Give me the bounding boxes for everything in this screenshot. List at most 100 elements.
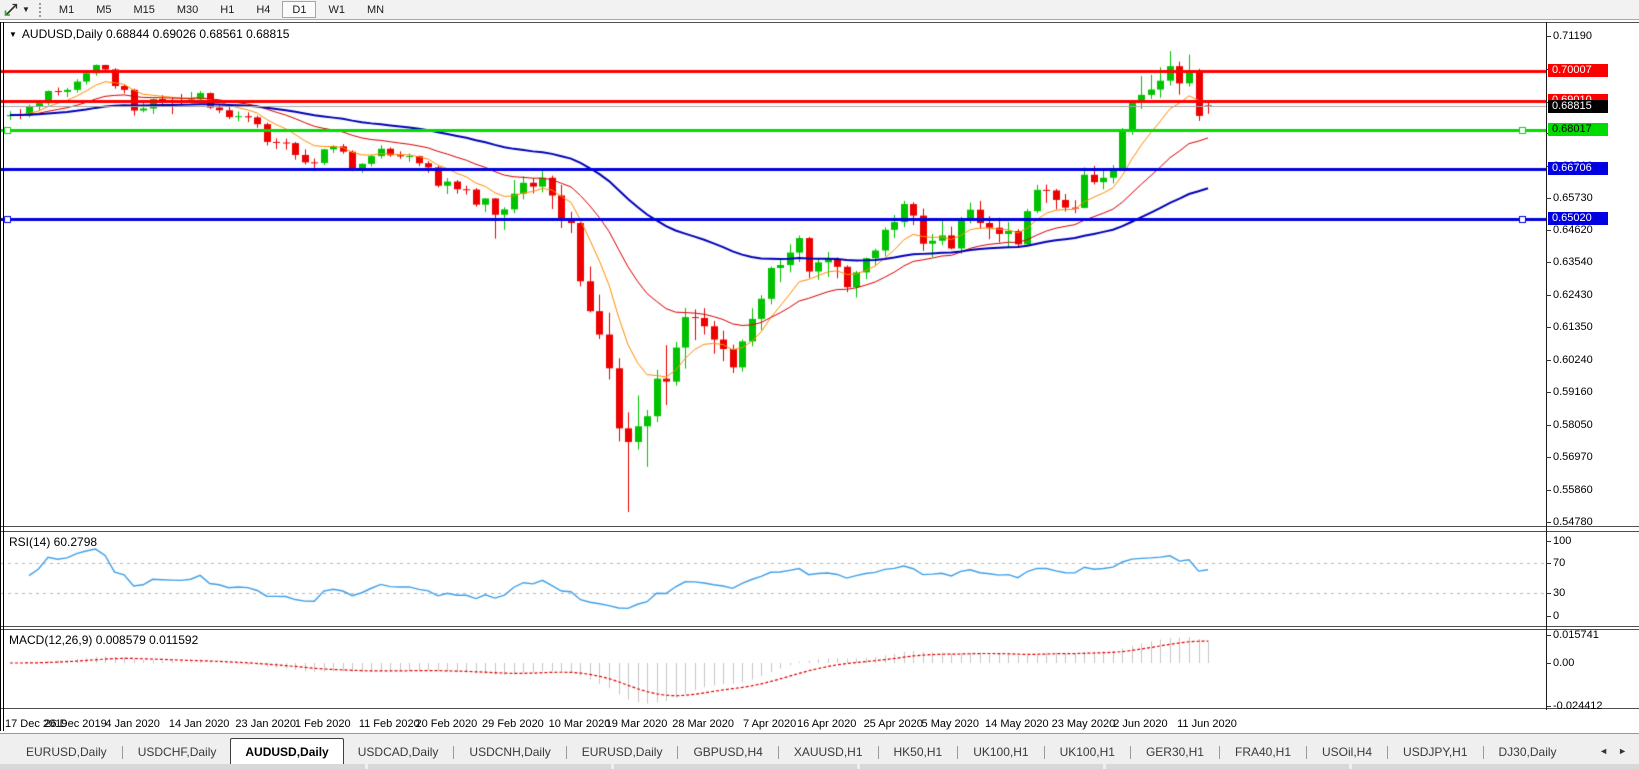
tab-separator — [878, 746, 879, 759]
tab-separator — [677, 746, 678, 759]
status-strip-divider — [1103, 764, 1106, 769]
symbol-dropdown-caret[interactable]: ▼ — [9, 30, 17, 39]
price-tick-label: 0.61350 — [1553, 321, 1593, 333]
chart-tab-fra40-h1[interactable]: FRA40,H1 — [1221, 741, 1305, 765]
chart-tab-usdjpy-h1[interactable]: USDJPY,H1 — [1389, 741, 1481, 765]
rsi-scale-label: 0 — [1553, 610, 1559, 622]
price-tick-label: 0.71190 — [1553, 30, 1592, 42]
date-label: 14 May 2020 — [985, 718, 1049, 730]
tab-separator — [566, 746, 567, 759]
price-line-label[interactable]: 0.68017 — [1548, 123, 1608, 136]
chart-tab-eurusd-daily[interactable]: EURUSD,Daily — [12, 741, 121, 765]
date-label: 26 Dec 2019 — [44, 718, 106, 730]
status-strip-divider — [611, 764, 614, 769]
window-left-frame — [0, 22, 4, 731]
tab-separator — [957, 746, 958, 759]
price-chart-canvas[interactable] — [1, 23, 1546, 526]
tab-separator — [1387, 746, 1388, 759]
timeframe-button-m15[interactable]: M15 — [123, 1, 164, 18]
date-label: 1 Feb 2020 — [295, 718, 351, 730]
price-tick-label: 0.59160 — [1553, 386, 1593, 398]
timeframe-button-h1[interactable]: H1 — [210, 1, 244, 18]
date-label: 11 Feb 2020 — [359, 718, 420, 730]
timeframe-button-h4[interactable]: H4 — [246, 1, 280, 18]
chart-tab-uk100-h1[interactable]: UK100,H1 — [959, 741, 1042, 765]
status-strip-divider — [365, 764, 368, 769]
date-label: 23 Jan 2020 — [235, 718, 296, 730]
rsi-scale-label: 100 — [1553, 535, 1571, 547]
date-label: 4 Jan 2020 — [105, 718, 159, 730]
chart-symbol-label: AUDUSD,Daily — [22, 27, 103, 41]
macd-canvas[interactable] — [1, 630, 1546, 708]
price-tick-label: 0.63540 — [1553, 256, 1593, 268]
status-strip — [0, 764, 1639, 769]
chart-tab-eurusd-daily[interactable]: EURUSD,Daily — [568, 741, 677, 765]
cursor-dropdown-caret[interactable]: ▼ — [22, 5, 30, 14]
tab-scroll-right-icon[interactable]: ► — [1618, 746, 1627, 756]
date-label: 20 Feb 2020 — [415, 718, 477, 730]
top-toolbar: ▼ M1M5M15M30H1H4D1W1MN — [0, 0, 1639, 20]
tab-separator — [1483, 746, 1484, 759]
tab-separator — [1130, 746, 1131, 759]
timeframe-button-m1[interactable]: M1 — [49, 1, 84, 18]
chart-tab-usdcad-daily[interactable]: USDCAD,Daily — [344, 741, 453, 765]
macd-scale-label: -0.024412 — [1553, 700, 1603, 712]
timeframe-button-m30[interactable]: M30 — [167, 1, 208, 18]
date-label: 28 Mar 2020 — [672, 718, 734, 730]
date-label: 23 May 2020 — [1052, 718, 1116, 730]
tab-scroll-controls: ◄ ► — [1599, 746, 1627, 756]
chart-tab-audusd-daily[interactable]: AUDUSD,Daily — [230, 738, 343, 765]
chart-cursor-icon[interactable] — [4, 3, 19, 17]
date-label: 11 Jun 2020 — [1177, 718, 1237, 730]
date-label: 10 Mar 2020 — [549, 718, 611, 730]
chart-area: ▼ AUDUSD,Daily 0.68844 0.69026 0.68561 0.… — [0, 20, 1639, 733]
chart-tab-bar: EURUSD,DailyUSDCHF,DailyAUDUSD,DailyUSDC… — [0, 733, 1639, 769]
price-tick-label: 0.56970 — [1553, 451, 1593, 463]
timeframe-button-m5[interactable]: M5 — [86, 1, 121, 18]
status-strip-divider — [1349, 764, 1352, 769]
date-label: 25 Apr 2020 — [864, 718, 923, 730]
price-line-label[interactable]: 0.65020 — [1548, 212, 1608, 225]
date-label: 2 Jun 2020 — [1113, 718, 1167, 730]
chart-tab-gbpusd-h4[interactable]: GBPUSD,H4 — [679, 741, 776, 765]
tab-separator — [1044, 746, 1045, 759]
macd-scale-label: 0.015741 — [1553, 629, 1599, 641]
tab-separator — [778, 746, 779, 759]
chart-tab-ger30-h1[interactable]: GER30,H1 — [1132, 741, 1218, 765]
chart-tab-hk50-h1[interactable]: HK50,H1 — [880, 741, 957, 765]
timeframe-button-mn[interactable]: MN — [357, 1, 394, 18]
macd-scale-label: 0.00 — [1553, 657, 1574, 669]
chart-ohlc-values: 0.68844 0.69026 0.68561 0.68815 — [106, 27, 290, 41]
chart-tab-xauusd-h1[interactable]: XAUUSD,H1 — [780, 741, 877, 765]
chart-tab-dj30-daily[interactable]: DJ30,Daily — [1485, 741, 1571, 765]
price-tick-label: 0.60240 — [1553, 354, 1593, 366]
chart-tab-uk100-h1[interactable]: UK100,H1 — [1046, 741, 1129, 765]
rsi-scale-label: 30 — [1553, 587, 1565, 599]
price-tick-label: 0.62430 — [1553, 289, 1593, 301]
date-label: 19 Mar 2020 — [606, 718, 668, 730]
timeframe-button-w1[interactable]: W1 — [318, 1, 355, 18]
timeframe-button-d1[interactable]: D1 — [282, 1, 316, 18]
chart-tab-usdcnh-daily[interactable]: USDCNH,Daily — [455, 741, 564, 765]
date-label: 5 May 2020 — [922, 718, 979, 730]
rsi-canvas[interactable] — [1, 532, 1546, 626]
price-axis-spine — [1546, 22, 1547, 710]
tab-separator — [1306, 746, 1307, 759]
chart-tab-usdchf-daily[interactable]: USDCHF,Daily — [124, 741, 231, 765]
price-line-label[interactable]: 0.70007 — [1548, 64, 1608, 77]
price-tick-label: 0.54780 — [1553, 516, 1593, 528]
toolbar-grip — [39, 3, 41, 17]
date-label: 7 Apr 2020 — [743, 718, 796, 730]
tab-separator — [122, 746, 123, 759]
date-label: 29 Feb 2020 — [482, 718, 544, 730]
status-strip-divider — [857, 764, 860, 769]
price-tick-label: 0.64620 — [1553, 224, 1593, 236]
date-label: 14 Jan 2020 — [169, 718, 230, 730]
price-tick-label: 0.55860 — [1553, 484, 1593, 496]
price-line-label[interactable]: 0.66706 — [1548, 162, 1608, 175]
tab-scroll-left-icon[interactable]: ◄ — [1599, 746, 1608, 756]
price-tick-label: 0.58050 — [1553, 419, 1593, 431]
chart-tab-usoil-h4[interactable]: USOil,H4 — [1308, 741, 1386, 765]
current-price-label: 0.68815 — [1548, 100, 1608, 113]
price-tick-label: 0.65730 — [1553, 192, 1593, 204]
